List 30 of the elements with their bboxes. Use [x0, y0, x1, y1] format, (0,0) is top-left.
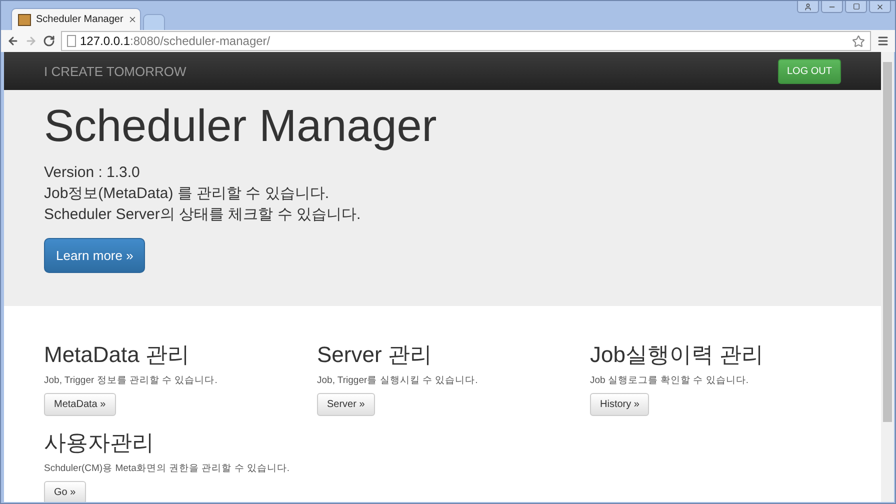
section-description: Job, Trigger 정보를 관리할 수 있습니다. — [44, 374, 218, 387]
brand-link[interactable]: I CREATE TOMORROW — [44, 64, 186, 78]
back-icon[interactable] — [7, 35, 19, 47]
section-button[interactable]: Go » — [44, 481, 86, 502]
section-description: Schduler(CM)용 Meta화면의 권한을 관리할 수 있습니다. — [44, 462, 290, 475]
section-button[interactable]: History » — [590, 393, 650, 416]
section-description: Job 실행로그를 확인할 수 있습니다. — [590, 374, 749, 387]
intro-text: Job정보(MetaData) 를 관리할 수 있습니다. — [44, 184, 330, 204]
maximize-icon[interactable] — [845, 1, 867, 13]
section-heading: MetaData 관리 — [44, 342, 190, 368]
page-title: Scheduler Manager — [44, 100, 438, 152]
browser-tab[interactable]: Scheduler Manager — [11, 8, 141, 30]
section-heading: Job실행이력 관리 — [590, 342, 764, 368]
menu-icon[interactable] — [877, 35, 889, 47]
close-icon[interactable] — [128, 15, 138, 24]
intro-text: Scheduler Server의 상태를 체크할 수 있습니다. — [44, 205, 362, 225]
learn-more-button[interactable]: Learn more » — [44, 238, 146, 273]
intro-text: Version : 1.3.0 — [44, 163, 141, 183]
section-button[interactable]: MetaData » — [44, 393, 116, 416]
page-icon — [67, 35, 76, 47]
section-heading: 사용자관리 — [44, 430, 154, 456]
section-button[interactable]: Server » — [317, 393, 375, 416]
scrollbar[interactable] — [881, 52, 894, 502]
address-field[interactable]: 127.0.0.1:8080/scheduler-manager/ — [61, 31, 871, 51]
reload-icon[interactable] — [43, 35, 55, 47]
section-description: Job, Trigger를 실행시킬 수 있습니다. — [317, 374, 478, 387]
star-icon[interactable] — [852, 34, 865, 48]
favicon-icon — [18, 14, 31, 26]
user-icon[interactable] — [797, 1, 819, 13]
section-heading: Server 관리 — [317, 342, 432, 368]
